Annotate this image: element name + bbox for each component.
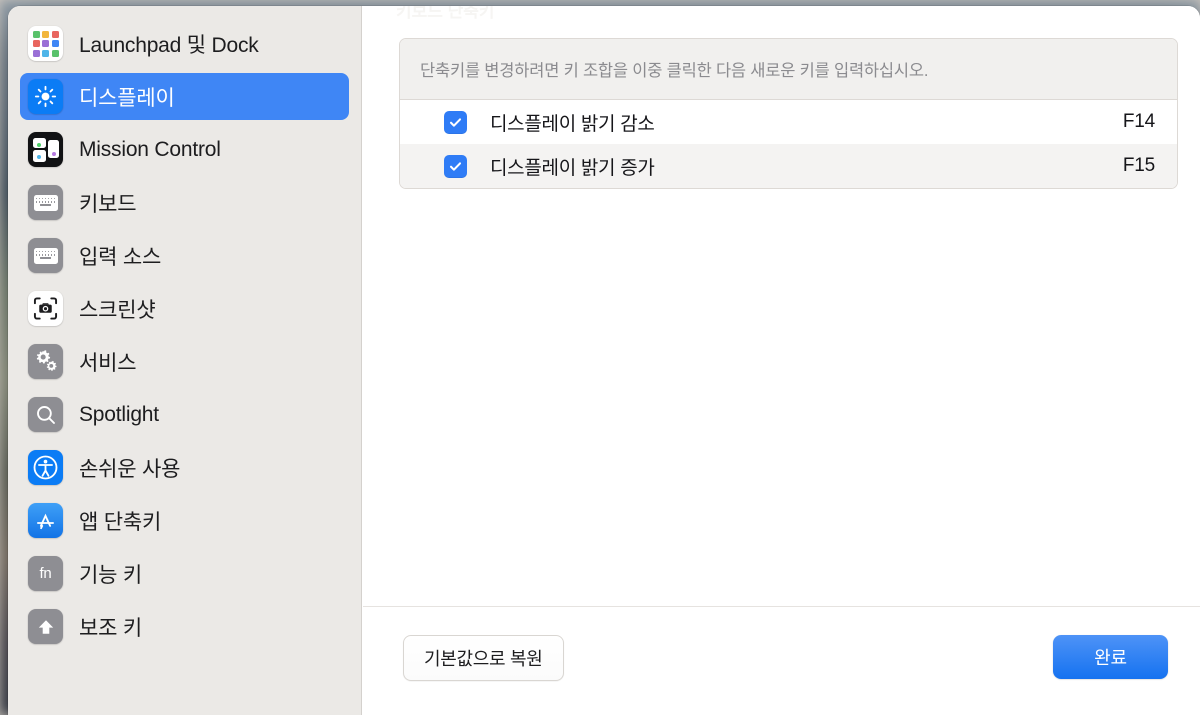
sidebar-item-label: 손쉬운 사용 [79,457,181,481]
shortcut-label: 디스플레이 밝기 증가 [490,157,655,179]
sidebar-item-label: 앱 단축키 [79,510,162,534]
search-icon [28,397,63,432]
sidebar-item-launchpad-dock[interactable]: Launchpad 및 Dock [20,20,349,67]
sidebar-item-label: 기능 키 [79,563,142,587]
app-store-icon [28,503,63,538]
sidebar-item-label: 스크린샷 [79,298,156,322]
table-row[interactable]: 디스플레이 밝기 감소 F14 [400,100,1177,144]
shortcut-key[interactable]: F14 [1123,111,1155,133]
launchpad-icon [28,26,63,61]
shortcut-key[interactable]: F15 [1123,155,1155,177]
sidebar-item-app-shortcuts[interactable]: 앱 단축키 [20,497,349,544]
input-sources-icon [28,238,63,273]
keyboard-icon [28,185,63,220]
table-row[interactable]: 디스플레이 밝기 증가 F15 [400,144,1177,188]
shortcut-hint-text: 단축키를 변경하려면 키 조합을 이중 클릭한 다음 새로운 키를 입력하십시오… [400,39,1177,100]
sidebar-item-label: Launchpad 및 Dock [79,33,259,57]
sidebar-item-services[interactable]: 서비스 [20,338,349,385]
sidebar-item-function-keys[interactable]: fn 기능 키 [20,550,349,597]
sidebar-item-label: 보조 키 [79,616,142,640]
sidebar-item-label: 디스플레이 [79,86,175,110]
sidebar-item-label: Mission Control [79,137,221,161]
shortcut-checkbox[interactable] [444,154,467,178]
sidebar-item-keyboard[interactable]: 키보드 [20,179,349,226]
sidebar-item-spotlight[interactable]: Spotlight [20,391,349,438]
keyboard-shortcuts-window: Launchpad 및 Dock 디스플레이 Mission Control 키… [8,6,1200,715]
sidebar-item-label: Spotlight [79,402,159,426]
shortcut-categories-sidebar: Launchpad 및 Dock 디스플레이 Mission Control 키… [8,6,362,715]
sidebar-item-label: 키보드 [79,192,137,216]
modifier-key-icon [28,609,63,644]
sidebar-item-accessibility[interactable]: 손쉬운 사용 [20,444,349,491]
sidebar-item-label: 입력 소스 [79,245,162,269]
sidebar-item-label: 서비스 [79,351,137,375]
shortcut-label: 디스플레이 밝기 감소 [490,113,655,135]
sidebar-item-modifier-keys[interactable]: 보조 키 [20,603,349,650]
brightness-icon [28,79,63,114]
sidebar-item-input-sources[interactable]: 입력 소스 [20,232,349,279]
sidebar-item-mission-control[interactable]: Mission Control [20,126,349,173]
restore-defaults-button[interactable]: 기본값으로 복원 [403,635,564,681]
shortcuts-list-panel: 단축키를 변경하려면 키 조합을 이중 클릭한 다음 새로운 키를 입력하십시오… [399,38,1178,189]
services-gears-icon [28,344,63,379]
shortcuts-content-pane: 키보드 단축키 단축키를 변경하려면 키 조합을 이중 클릭한 다음 새로운 키… [363,6,1200,715]
accessibility-icon [28,450,63,485]
sidebar-item-display[interactable]: 디스플레이 [20,73,349,120]
page-title: 키보드 단축키 [396,6,495,21]
fn-key-icon: fn [28,556,63,591]
dialog-footer: 기본값으로 복원 완료 [363,607,1200,715]
mission-control-icon [28,132,63,167]
shortcut-checkbox[interactable] [444,110,467,134]
done-button[interactable]: 완료 [1053,635,1168,679]
sidebar-item-screenshot[interactable]: 스크린샷 [20,285,349,332]
screenshot-icon [28,291,63,326]
